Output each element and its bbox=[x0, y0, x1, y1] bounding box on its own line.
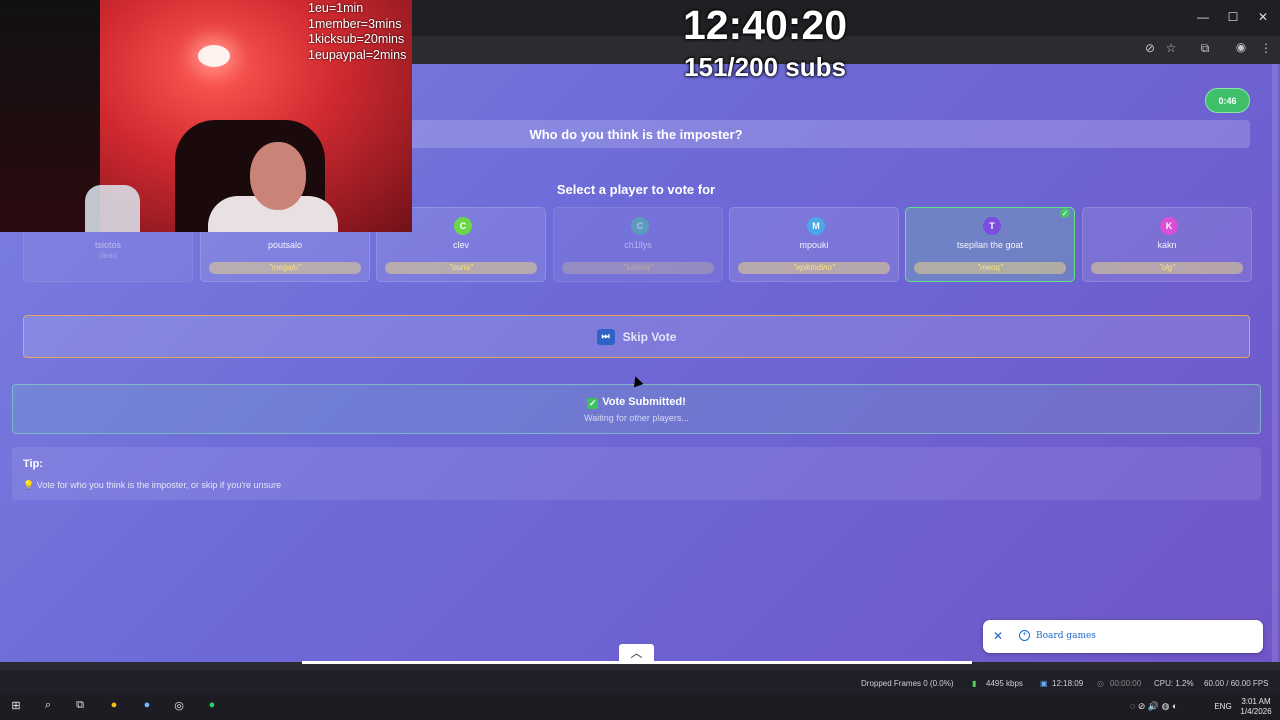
chrome-profile-icon[interactable]: ● bbox=[138, 699, 156, 715]
tray-date: 1/4/2026 bbox=[1240, 707, 1272, 716]
donation-rules: 1eu=1min 1member=3mins 1kicksub=20mins 1eup… bbox=[308, 1, 406, 63]
spotify-icon[interactable]: ● bbox=[203, 699, 221, 715]
bitrate: 4495 kbps bbox=[986, 679, 1023, 688]
lamp-glow bbox=[198, 45, 230, 67]
round-timer: 0:46 bbox=[1205, 88, 1250, 113]
toast-label[interactable]: Board games bbox=[1036, 631, 1096, 641]
player-avatar: C bbox=[454, 217, 472, 235]
stream-time: 00:00:00 bbox=[1110, 679, 1142, 688]
player-name: tsepilan the goat bbox=[956, 240, 1024, 250]
profile-avatar-icon[interactable]: ◉ bbox=[1233, 40, 1249, 54]
tip-title: Tip: bbox=[23, 458, 43, 470]
extensions-icon[interactable]: ⧉ bbox=[1197, 41, 1213, 56]
page-scrollbar[interactable] bbox=[1272, 64, 1278, 662]
subathon-timer: 12:40:20 bbox=[682, 2, 848, 48]
player-word: "meoq" bbox=[914, 262, 1066, 274]
player-card[interactable]: Kkakn "olg" bbox=[1082, 207, 1252, 282]
vote-submitted-panel: ✓ Vote Submitted! Waiting for other playe… bbox=[12, 384, 1261, 434]
menu-kebab-icon[interactable]: ⋮ bbox=[1258, 41, 1274, 55]
player-name: mpouki bbox=[799, 240, 829, 250]
sub-goal: 151/200 subs bbox=[684, 52, 846, 82]
water-bottle bbox=[85, 185, 140, 232]
player-word: "ouria" bbox=[385, 262, 537, 274]
lightbulb-icon: 💡 bbox=[23, 480, 35, 490]
person-head bbox=[250, 142, 306, 210]
player-word: "kateva" bbox=[562, 262, 714, 274]
obs-icon[interactable]: ◎ bbox=[170, 699, 188, 715]
player-avatar: K bbox=[1160, 217, 1178, 235]
close-icon[interactable]: ✕ bbox=[993, 629, 1003, 643]
donation-rule: 1eu=1min bbox=[308, 1, 364, 15]
clock-tray[interactable]: 3:01 AM 1/4/2026 bbox=[1236, 697, 1276, 716]
player-word: dead bbox=[99, 251, 117, 260]
windows-taskbar: ⊞ ⌕ ⧉ ● ● ◎ ● ◌ ⊘ 🔊 ◍ ◐ ENG 3:01 AM 1/4/… bbox=[0, 694, 1280, 720]
donation-rule: 1kicksub=20mins bbox=[308, 32, 405, 46]
record-time: 12:18:09 bbox=[1052, 679, 1084, 688]
cpu-usage: CPU: 1.2% bbox=[1154, 679, 1194, 688]
checkmark-icon: ✓ bbox=[587, 398, 599, 409]
obs-status-bar: Dropped Frames 0 (0.0%) ▮ 4495 kbps ▣ 12… bbox=[0, 670, 1280, 694]
tip-text: 💡 Vote for who you think is the imposter… bbox=[23, 480, 281, 491]
bookmark-star-icon[interactable]: ☆ bbox=[1163, 41, 1179, 55]
tip-text-label: Vote for who you think is the imposter, … bbox=[36, 480, 282, 490]
donation-rule: 1eupaypal=2mins bbox=[308, 47, 407, 62]
skip-vote-button[interactable]: ⏭ Skip Vote bbox=[23, 315, 1250, 358]
language-indicator[interactable]: ENG bbox=[1212, 702, 1234, 718]
camera-off-icon[interactable]: ⊘ bbox=[1142, 41, 1158, 55]
system-tray-icons[interactable]: ◌ ⊘ 🔊 ◍ ◐ bbox=[1130, 701, 1220, 717]
obs-progress-line bbox=[302, 661, 972, 664]
donation-rule: 1member=3mins bbox=[308, 16, 402, 31]
player-name: kakn bbox=[1157, 240, 1177, 250]
maximize-icon[interactable]: ☐ bbox=[1223, 10, 1243, 24]
tab-group-icon: + bbox=[1019, 630, 1030, 641]
task-view-icon[interactable]: ⧉ bbox=[71, 699, 89, 715]
fps-readout: 60.00 / 60.00 FPS bbox=[1204, 679, 1269, 688]
player-word: "megalo" bbox=[209, 262, 361, 274]
player-name: tsiotos bbox=[94, 240, 121, 250]
dropped-frames: Dropped Frames 0 (0.0%) bbox=[861, 679, 954, 688]
close-icon[interactable]: ✕ bbox=[1253, 10, 1273, 24]
signal-icon: ▮ bbox=[972, 679, 977, 688]
search-icon[interactable]: ⌕ bbox=[39, 699, 57, 715]
vote-submitted-label: Vote Submitted! bbox=[602, 396, 686, 408]
player-card[interactable]: Mmpouki "epikindino" bbox=[729, 207, 899, 282]
tip-panel: Tip: 💡 Vote for who you think is the imp… bbox=[12, 447, 1261, 500]
tab-group-toast: ✕ + Board games bbox=[983, 620, 1263, 653]
player-name: clev bbox=[452, 240, 469, 250]
player-name: poutsalo bbox=[267, 240, 303, 250]
minimize-icon[interactable]: — bbox=[1193, 10, 1213, 24]
selected-check-icon: ✓ bbox=[1060, 208, 1070, 218]
windows-start-icon[interactable]: ⊞ bbox=[7, 699, 25, 715]
stream-icon: ◎ bbox=[1097, 679, 1104, 688]
skip-forward-icon: ⏭ bbox=[596, 328, 615, 345]
player-card[interactable]: Cch1llys "kateva" bbox=[553, 207, 723, 282]
player-avatar: T bbox=[983, 217, 1001, 235]
player-word: "olg" bbox=[1091, 262, 1243, 274]
player-name: ch1llys bbox=[624, 240, 652, 250]
chrome-icon[interactable]: ● bbox=[105, 699, 123, 715]
player-avatar: C bbox=[631, 217, 649, 235]
player-card[interactable]: Ttsepilan the goat "meoq" ✓ bbox=[905, 207, 1075, 282]
player-word: "epikindino" bbox=[738, 262, 890, 274]
player-avatar: M bbox=[807, 217, 825, 235]
record-icon: ▣ bbox=[1040, 679, 1048, 688]
tray-time: 3:01 AM bbox=[1241, 697, 1271, 706]
vote-submitted-title: ✓ Vote Submitted! bbox=[13, 396, 1260, 409]
skip-vote-label: Skip Vote bbox=[622, 329, 677, 344]
waiting-text: Waiting for other players... bbox=[584, 413, 689, 423]
